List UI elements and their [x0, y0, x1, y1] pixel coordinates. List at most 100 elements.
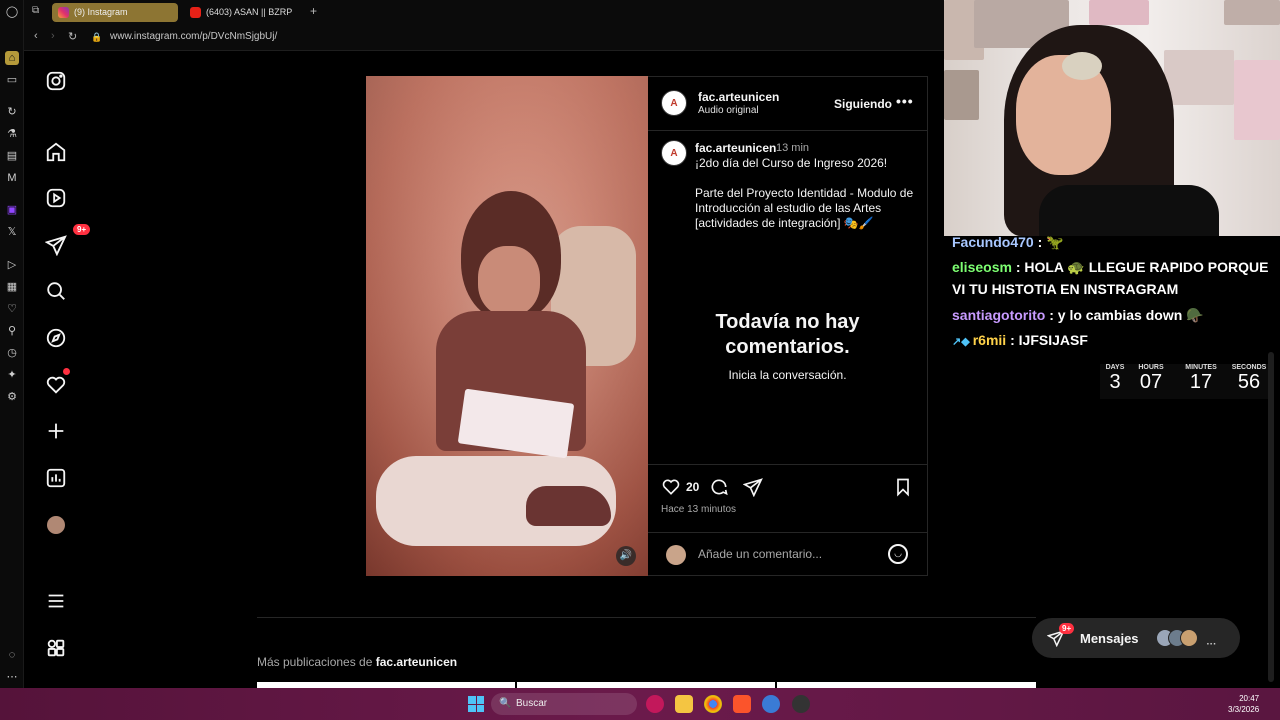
empty-comments: Todavía no hay comentarios. Inicia la co…: [648, 310, 927, 382]
extensions-icon[interactable]: ✦: [5, 368, 19, 382]
tab-menu-icon[interactable]: ⧉: [32, 5, 39, 16]
brave-icon[interactable]: [733, 695, 751, 713]
comment-icon[interactable]: [709, 477, 729, 497]
menu-icon[interactable]: [43, 588, 69, 614]
like-count[interactable]: 20: [686, 480, 699, 494]
system-clock[interactable]: 20:47 3/3/2026: [1228, 693, 1259, 715]
tab-youtube[interactable]: (6403) ASAN || BZRP: [184, 3, 304, 22]
countdown-value: 56: [1237, 371, 1261, 393]
direct-icon[interactable]: 9+: [43, 224, 91, 258]
audio-label[interactable]: Audio original: [698, 105, 759, 116]
more-posts-heading: Más publicaciones de fac.arteunicen: [257, 655, 457, 669]
obs-icon[interactable]: [792, 695, 810, 713]
comment-input[interactable]: Añade un comentario...: [698, 547, 822, 561]
clock-date: 3/3/2026: [1228, 705, 1260, 714]
instagram-logo-icon[interactable]: [43, 68, 69, 94]
heart-icon[interactable]: ♡: [5, 302, 19, 316]
following-button[interactable]: Siguiendo: [834, 97, 892, 111]
opera-logo-icon[interactable]: ◯: [5, 5, 19, 19]
more-icon: ···: [1206, 639, 1217, 650]
like-icon[interactable]: [661, 477, 681, 497]
settings-icon[interactable]: ⚙: [5, 390, 19, 404]
tab-instagram[interactable]: (9) Instagram: [52, 3, 178, 22]
explore-icon[interactable]: [43, 325, 69, 351]
reload-icon[interactable]: ↻: [68, 30, 77, 43]
lock-icon: 🔒: [91, 32, 103, 42]
search-icon[interactable]: [43, 278, 69, 304]
file-explorer-icon[interactable]: [675, 695, 693, 713]
message-avatars: ···: [1156, 629, 1216, 652]
back-icon[interactable]: ‹: [34, 30, 38, 42]
emoji-icon[interactable]: ◡: [888, 544, 908, 564]
caption-line: Introducción al estudio de las Artes: [695, 201, 882, 215]
also-from-meta-icon[interactable]: [43, 635, 69, 661]
chat-message: eliseosm : HOLA 🐢 LLEGUE RAPIDO PORQUE V…: [952, 256, 1274, 300]
save-icon[interactable]: [893, 477, 913, 497]
countdown-value: 3: [1109, 371, 1121, 393]
chat-username[interactable]: Facundo470: [952, 234, 1034, 250]
post-timestamp[interactable]: Hace 13 minutos: [661, 504, 736, 515]
notifications-heart-icon[interactable]: [43, 368, 70, 398]
apps-icon[interactable]: ▦: [5, 280, 19, 294]
poster-shape: [1234, 60, 1280, 140]
countdown-value: 07: [1139, 371, 1163, 393]
poster-shape: [1089, 0, 1149, 25]
url-field[interactable]: www.instagram.com/p/DVcNmSjgbUj/: [110, 31, 277, 42]
chat-username[interactable]: r6mii: [973, 332, 1006, 348]
home-icon[interactable]: ⌂: [5, 51, 19, 65]
dashboard-icon[interactable]: [43, 465, 69, 491]
youtube-favicon-icon: [190, 7, 201, 18]
status-icon[interactable]: ◌: [5, 648, 19, 662]
pin-icon[interactable]: ⚲: [5, 324, 19, 338]
caption-line: [actividades de integración] 🎭🖌️: [695, 216, 874, 230]
messages-button[interactable]: 9+ Mensajes ···: [1032, 618, 1240, 658]
account-username[interactable]: fac.arteunicen: [698, 90, 779, 104]
twitch-icon[interactable]: ▣: [5, 203, 19, 217]
chat-username[interactable]: eliseosm: [952, 259, 1012, 275]
search-icon: 🔍: [499, 698, 512, 709]
home-nav-icon[interactable]: [43, 139, 69, 165]
opera-taskbar-icon[interactable]: [646, 695, 664, 713]
new-tab-button[interactable]: +: [310, 4, 317, 18]
more-options-icon[interactable]: •••: [896, 93, 914, 109]
music-icon[interactable]: M: [5, 171, 19, 185]
more-icon[interactable]: ⋯: [5, 670, 19, 684]
more-posts-username[interactable]: fac.arteunicen: [376, 655, 457, 669]
post-video[interactable]: 🔊: [366, 76, 648, 576]
streamer-clothes-shape: [1039, 185, 1219, 236]
caption-username[interactable]: fac.arteunicen: [695, 141, 776, 155]
tab-label: (6403) ASAN || BZRP: [206, 7, 293, 17]
notification-dot: [63, 368, 70, 375]
chat-message: ↗◆ r6mii : IJFSIJASF: [952, 329, 1274, 353]
profile-avatar[interactable]: [43, 512, 69, 538]
player-icon[interactable]: ▷: [5, 258, 19, 272]
scrollbar[interactable]: [1268, 352, 1274, 682]
chat-username[interactable]: santiagotorito: [952, 307, 1045, 323]
more-posts-prefix: Más publicaciones de: [257, 655, 376, 669]
instagram-favicon-icon: [58, 7, 69, 18]
wallet-icon[interactable]: ▤: [5, 149, 19, 163]
refresh-icon[interactable]: ↻: [5, 105, 19, 119]
create-icon[interactable]: [43, 418, 69, 444]
stream-chat: Facundo470 : 🦖 eliseosm : HOLA 🐢 LLEGUE …: [944, 234, 1280, 366]
share-icon[interactable]: [743, 477, 763, 497]
avatar: [1180, 629, 1198, 647]
audio-toggle-icon[interactable]: 🔊: [616, 546, 636, 566]
taskbar-search[interactable]: 🔍 Buscar: [491, 693, 637, 715]
address-bar: ‹ › ↻ 🔒 www.instagram.com/p/DVcNmSjgbUj/: [24, 25, 944, 51]
app-icon[interactable]: [762, 695, 780, 713]
countdown-label: MINUTES: [1185, 364, 1217, 371]
account-avatar[interactable]: A: [661, 90, 687, 116]
flask-icon[interactable]: ⚗: [5, 127, 19, 141]
history-icon[interactable]: ◷: [5, 346, 19, 360]
gamepad-icon[interactable]: ▭: [5, 73, 19, 87]
poster-shape: [1224, 0, 1280, 25]
forward-icon[interactable]: ›: [51, 30, 55, 42]
reels-icon[interactable]: [43, 185, 69, 211]
countdown-timer: DAYS 3 HOURS 07 MINUTES 17 SECONDS 56: [1100, 364, 1268, 399]
windows-start-icon[interactable]: [468, 696, 484, 712]
avatar: [47, 516, 65, 534]
x-icon[interactable]: 𝕏: [5, 225, 19, 239]
caption-avatar[interactable]: A: [661, 140, 687, 166]
chrome-icon[interactable]: [704, 695, 722, 713]
